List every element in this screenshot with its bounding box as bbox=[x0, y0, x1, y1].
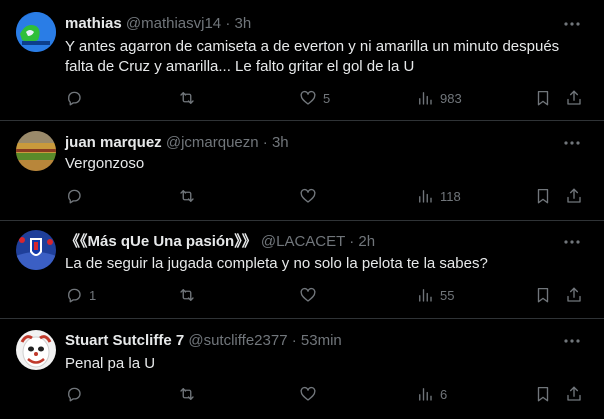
like-count: 5 bbox=[323, 90, 331, 106]
view-count: 983 bbox=[440, 90, 462, 106]
avatar[interactable] bbox=[16, 12, 56, 52]
separator-dot: · bbox=[349, 233, 355, 250]
avatar[interactable] bbox=[16, 330, 56, 370]
post-time[interactable]: 3h bbox=[272, 134, 289, 151]
more-icon[interactable] bbox=[562, 133, 582, 153]
author-handle[interactable]: @sutcliffe2377 bbox=[188, 332, 287, 349]
reply-button[interactable] bbox=[65, 186, 89, 206]
separator-dot: · bbox=[291, 332, 297, 349]
views-button[interactable]: 118 bbox=[416, 186, 461, 206]
avatar[interactable] bbox=[16, 131, 56, 171]
more-icon[interactable] bbox=[562, 232, 582, 252]
share-button[interactable] bbox=[565, 384, 583, 404]
like-icon bbox=[300, 386, 316, 401]
tweet-text-line: falta de Cruz y amarilla... Le falto gri… bbox=[65, 58, 415, 75]
tweet-text-line: La de seguir la jugada completa y no sol… bbox=[65, 255, 488, 272]
views-button[interactable]: 6 bbox=[416, 384, 447, 404]
views-icon bbox=[419, 92, 432, 105]
more-icon[interactable] bbox=[562, 14, 582, 34]
retweet-button[interactable] bbox=[178, 285, 202, 305]
bookmark-button[interactable] bbox=[534, 384, 552, 404]
reply-icon bbox=[68, 288, 81, 303]
retweet-icon bbox=[180, 92, 194, 104]
share-button[interactable] bbox=[565, 186, 583, 206]
author-handle[interactable]: @mathiasvj14 bbox=[126, 15, 221, 32]
tweet-text-line: Y antes agarron de camiseta a de everton… bbox=[65, 38, 560, 55]
reply-icon bbox=[68, 387, 81, 402]
bookmark-icon bbox=[537, 188, 549, 204]
post-time[interactable]: 3h bbox=[235, 15, 252, 32]
share-icon bbox=[567, 188, 581, 203]
author-name[interactable]: Stuart Sutcliffe 7 bbox=[65, 332, 184, 349]
post-time[interactable]: 2h bbox=[358, 233, 375, 250]
separator-dot: · bbox=[262, 134, 268, 151]
tweet[interactable]: mathias @mathiasvj14 · 3h Y antes agarro… bbox=[0, 0, 604, 121]
retweet-button[interactable] bbox=[178, 384, 202, 404]
tweet[interactable]: 《《Más qUe Una pasión》》 @LACACET · 2h La … bbox=[0, 221, 604, 319]
tweet-text-line: Penal pa la U bbox=[65, 355, 156, 372]
author-name[interactable]: juan marquez bbox=[65, 134, 162, 151]
post-time[interactable]: 53min bbox=[301, 332, 342, 349]
like-button[interactable] bbox=[299, 384, 323, 404]
share-icon bbox=[567, 386, 581, 401]
view-count: 6 bbox=[440, 386, 448, 402]
action-bar: 5 983 bbox=[65, 88, 589, 108]
reply-icon bbox=[68, 189, 81, 204]
bookmark-button[interactable] bbox=[534, 186, 552, 206]
tweet[interactable]: juan marquez @jcmarquezn · 3h Vergonzoso… bbox=[0, 121, 604, 221]
views-icon bbox=[419, 190, 432, 203]
separator-dot: · bbox=[225, 15, 231, 32]
like-icon bbox=[300, 188, 316, 203]
views-button[interactable]: 983 bbox=[416, 88, 462, 108]
action-bar: 1 55 bbox=[65, 285, 589, 305]
retweet-icon bbox=[180, 190, 194, 202]
bookmark-icon bbox=[537, 386, 549, 402]
like-button[interactable]: 5 bbox=[299, 88, 330, 108]
view-count: 55 bbox=[440, 287, 455, 303]
reply-button[interactable]: 1 bbox=[65, 285, 96, 305]
tweet-text: Vergonzoso bbox=[65, 154, 590, 174]
tweet-text: La de seguir la jugada completa y no sol… bbox=[65, 254, 590, 274]
tweet-text: Penal pa la U bbox=[65, 354, 590, 374]
views-button[interactable]: 55 bbox=[416, 285, 454, 305]
action-bar: 6 bbox=[65, 384, 589, 404]
bookmark-button[interactable] bbox=[534, 88, 552, 108]
retweet-icon bbox=[180, 388, 194, 400]
author-handle[interactable]: @LACACET bbox=[261, 233, 345, 250]
action-bar: 118 bbox=[65, 186, 589, 206]
avatar[interactable] bbox=[16, 230, 56, 270]
share-button[interactable] bbox=[565, 285, 583, 305]
reply-button[interactable] bbox=[65, 384, 89, 404]
tweet-text-line: Vergonzoso bbox=[65, 155, 145, 172]
view-count: 118 bbox=[440, 188, 461, 204]
like-button[interactable] bbox=[299, 285, 323, 305]
share-icon bbox=[567, 90, 581, 105]
tweet-text: Y antes agarron de camiseta a de everton… bbox=[65, 37, 590, 77]
reply-icon bbox=[68, 91, 81, 106]
reply-button[interactable] bbox=[65, 88, 89, 108]
bookmark-icon bbox=[537, 90, 549, 106]
reply-count: 1 bbox=[89, 287, 97, 303]
author-name[interactable]: mathias bbox=[65, 15, 122, 32]
retweet-button[interactable] bbox=[178, 88, 202, 108]
retweet-button[interactable] bbox=[178, 186, 202, 206]
bookmark-icon bbox=[537, 287, 549, 303]
author-name[interactable]: 《《Más qUe Una pasión》》 bbox=[65, 233, 257, 250]
views-icon bbox=[419, 289, 432, 302]
share-icon bbox=[567, 287, 581, 302]
like-button[interactable] bbox=[299, 186, 323, 206]
tweet[interactable]: Stuart Sutcliffe 7 @sutcliffe2377 · 53mi… bbox=[0, 319, 604, 419]
retweet-icon bbox=[180, 289, 194, 301]
views-icon bbox=[419, 388, 432, 401]
bookmark-button[interactable] bbox=[534, 285, 552, 305]
share-button[interactable] bbox=[565, 88, 583, 108]
like-icon bbox=[300, 287, 316, 302]
author-handle[interactable]: @jcmarquezn bbox=[166, 134, 259, 151]
like-icon bbox=[300, 90, 316, 105]
more-icon[interactable] bbox=[562, 331, 582, 351]
